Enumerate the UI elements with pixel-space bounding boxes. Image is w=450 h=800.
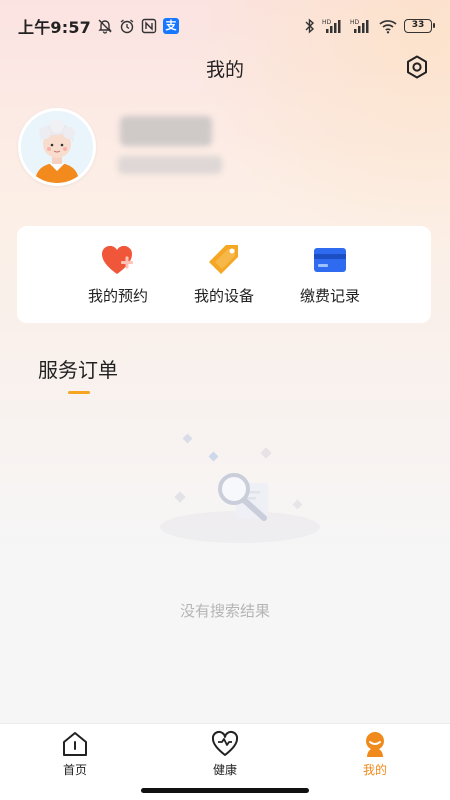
user-name [120, 116, 212, 146]
signal-hd-icon-1: HD [322, 18, 344, 34]
my-devices-button[interactable]: 我的设备 [179, 243, 269, 306]
profile-icon [366, 732, 384, 757]
status-bar-left: 上午9:57 支 [18, 14, 179, 38]
tab-health[interactable]: 健康 [185, 730, 265, 778]
payment-records-label: 缴费记录 [299, 287, 360, 305]
nfc-icon [141, 18, 157, 34]
home-indicator[interactable] [141, 788, 309, 793]
bluetooth-icon [304, 18, 316, 34]
status-time: 上午9:57 [18, 18, 91, 37]
status-bar-right: HD HD 33 [304, 18, 435, 34]
page-title: 我的 [205, 58, 244, 81]
empty-search-illustration-icon [160, 433, 320, 543]
wifi-icon [378, 18, 398, 34]
section-underline [68, 391, 90, 394]
tab-health-label: 健康 [212, 763, 237, 777]
alipay-icon: 支 [163, 18, 179, 34]
service-orders-title[interactable]: 服务订单 [38, 354, 118, 383]
tab-mine[interactable]: 我的 [335, 730, 415, 778]
battery-icon: 33 [404, 19, 435, 33]
svg-text:HD: HD [322, 19, 332, 26]
my-devices-label: 我的设备 [193, 287, 254, 305]
status-bar: 上午9:57 支 HD HD 33 [0, 0, 450, 52]
tab-mine-label: 我的 [362, 763, 387, 777]
elderly-avatar-icon [21, 111, 93, 183]
settings-icon[interactable] [404, 54, 430, 80]
card-icon [312, 243, 348, 277]
my-appointments-button[interactable]: 我的预约 [73, 243, 163, 306]
svg-text:HD: HD [350, 19, 360, 26]
user-profile[interactable] [18, 108, 438, 188]
tag-icon [206, 243, 242, 277]
tab-home[interactable]: 首页 [35, 730, 115, 778]
tab-home-label: 首页 [62, 763, 87, 777]
heart-plus-icon [100, 243, 136, 277]
signal-hd-icon-2: HD [350, 18, 372, 34]
my-appointments-label: 我的预约 [87, 287, 148, 305]
home-icon [63, 732, 87, 756]
user-subtitle [118, 156, 222, 174]
muted-bell-icon [97, 18, 113, 34]
alarm-clock-icon [119, 18, 135, 34]
avatar[interactable] [18, 108, 96, 186]
quick-actions-card: 我的预约 我的设备 缴费记录 [17, 226, 431, 323]
heart-icon [211, 730, 239, 756]
empty-results-text: 没有搜索结果 [179, 602, 270, 620]
payment-records-button[interactable]: 缴费记录 [285, 243, 375, 306]
title-bar: 我的 [0, 48, 450, 88]
